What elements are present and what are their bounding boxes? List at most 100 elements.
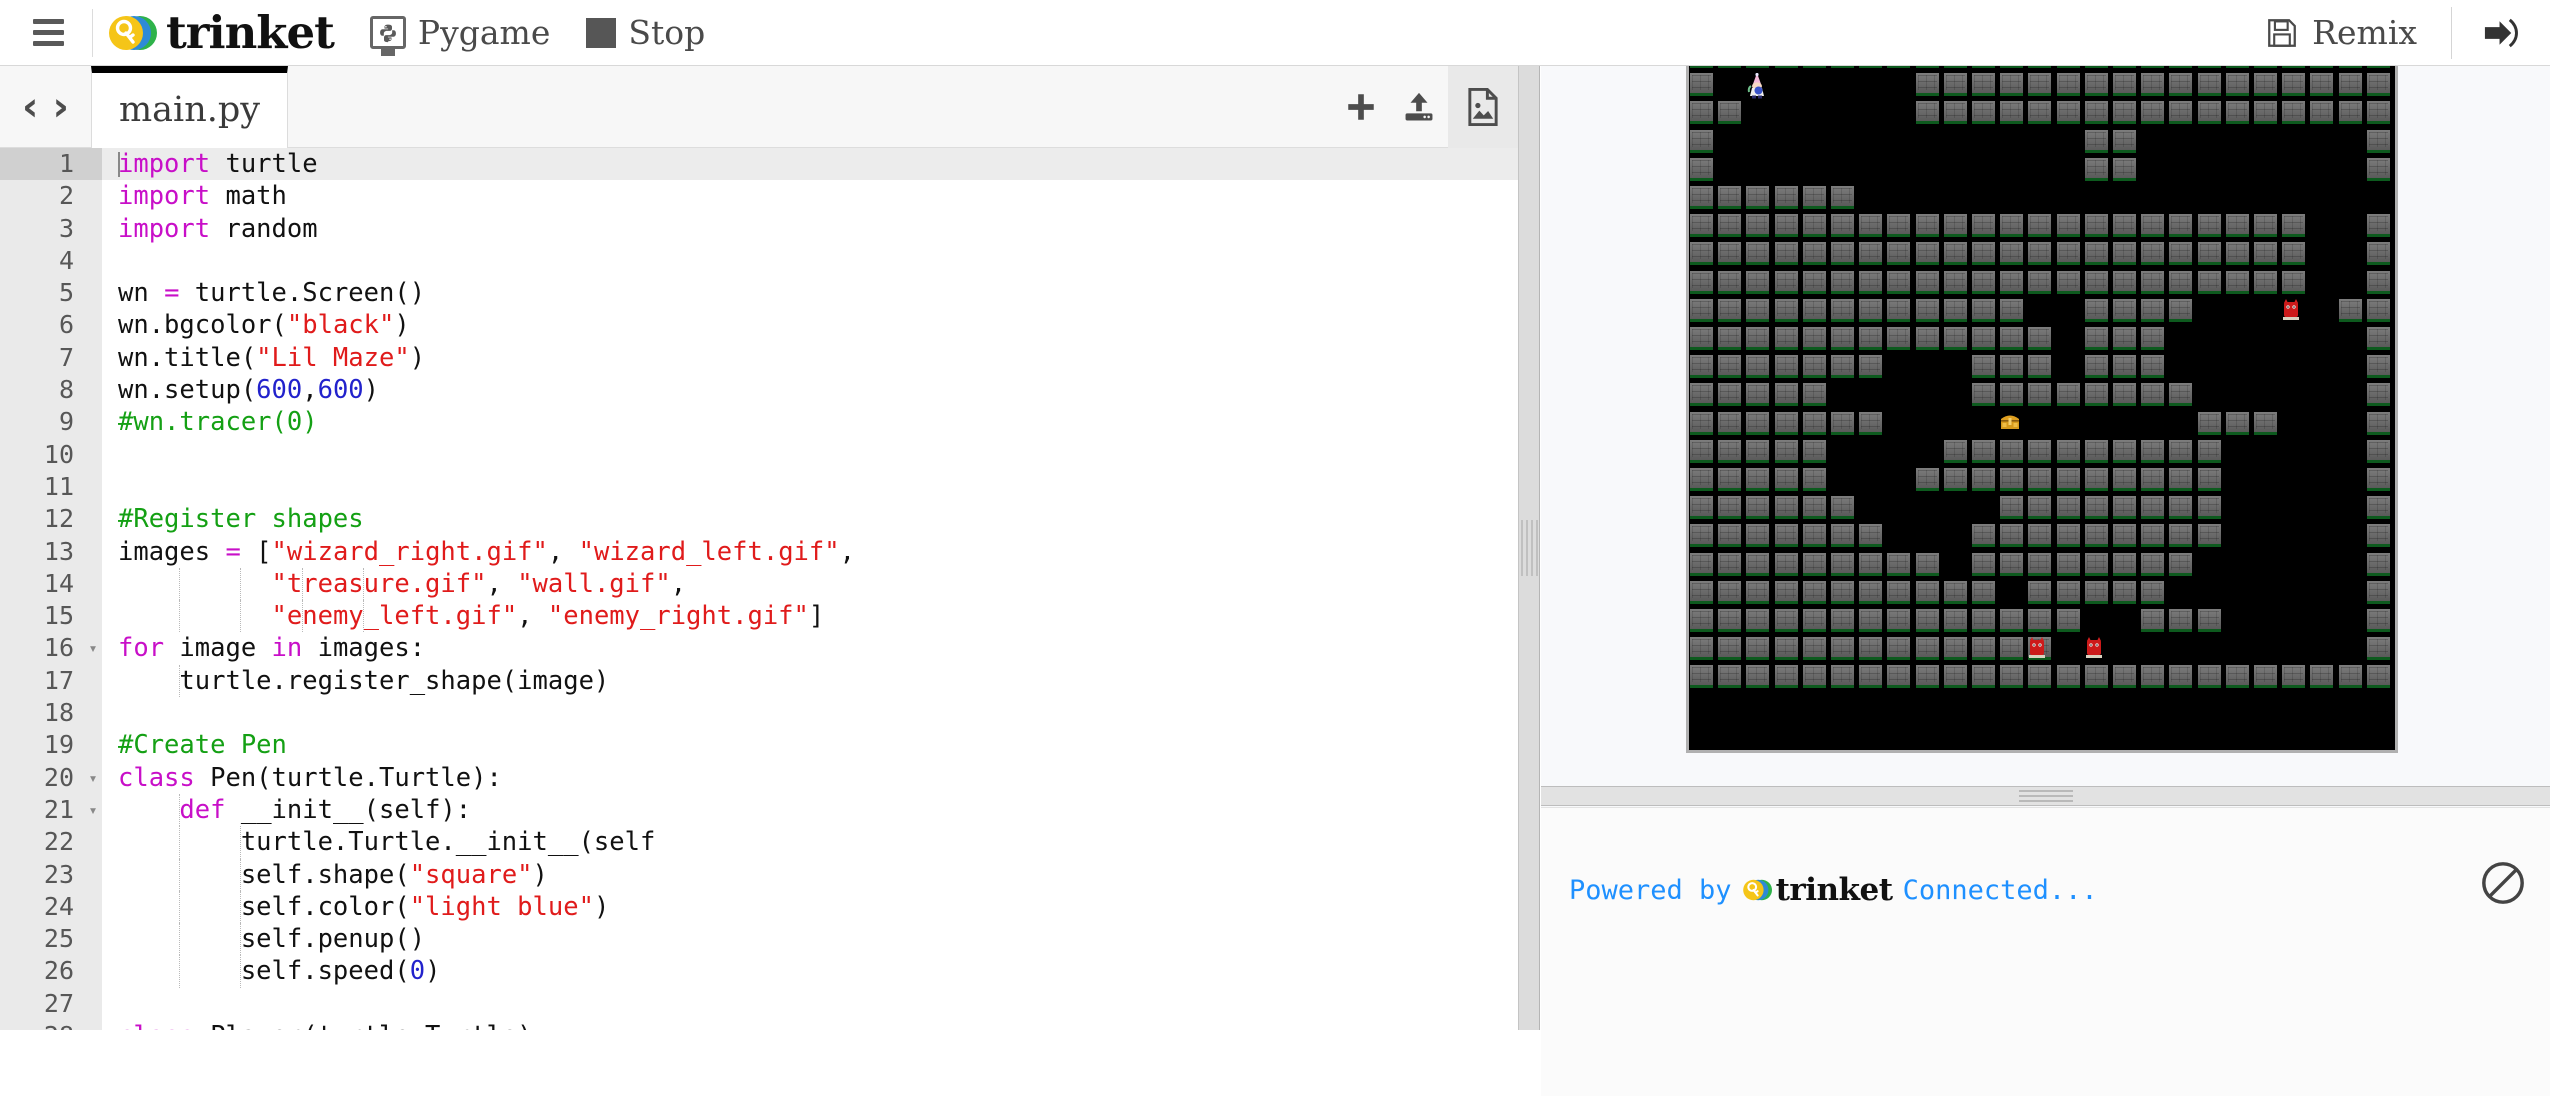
code-line[interactable]: 10 [0, 438, 1518, 471]
indent-guide [240, 923, 242, 956]
login-button[interactable] [2452, 16, 2550, 50]
indent-guide [179, 567, 181, 601]
horizontal-splitter[interactable] [1541, 786, 2550, 806]
code-line[interactable]: 3 import random [0, 212, 1518, 245]
tab-prev-button[interactable]: ‹ [22, 87, 38, 127]
code-line[interactable]: 22 turtle.Turtle.__init__(self [0, 826, 1518, 859]
code-line[interactable]: 23 self.shape("square") [0, 858, 1518, 891]
clear-console-button[interactable] [2480, 860, 2526, 906]
maze-wall-tile [2113, 214, 2136, 238]
maze-wall-tile [1802, 552, 1826, 576]
maze-wall-tile [2000, 609, 2024, 632]
hamburger-menu-icon[interactable] [18, 0, 78, 66]
code-line[interactable]: 4 [0, 244, 1518, 278]
tab-next-button[interactable]: › [52, 87, 68, 127]
maze-wall-tile [2084, 665, 2108, 689]
code-line[interactable]: 5 wn = turtle.Screen() [0, 277, 1518, 310]
code-fold-toggle-icon[interactable]: ▾ [84, 632, 102, 665]
code-line-text: #Create Pen [102, 729, 1518, 761]
code-line[interactable]: 20 ▾ class Pen(turtle.Turtle): [0, 761, 1518, 794]
maze-wall-tile [2000, 270, 2024, 294]
indent-guide [301, 567, 303, 601]
maze-wall-tile [2169, 298, 2193, 322]
code-line[interactable]: 18 [0, 697, 1518, 730]
code-line[interactable]: 16 ▾ for image in images: [0, 632, 1518, 665]
code-fold-toggle-icon[interactable]: ▾ [84, 793, 102, 827]
maze-wall-tile [2225, 214, 2249, 238]
maze-wall-tile [1690, 214, 1713, 238]
code-line-text [102, 988, 1518, 1020]
code-line[interactable]: 6 wn.bgcolor("black") [0, 309, 1518, 342]
fold-gutter-spacer [84, 341, 102, 375]
code-line-text: self.speed(0) [102, 955, 1518, 988]
maze-wall-tile [1746, 270, 1770, 294]
indent-guide [240, 955, 242, 988]
code-line[interactable]: 21 ▾ def __init__(self): [0, 793, 1518, 827]
maze-wall-tile [1943, 101, 1967, 125]
code-line[interactable]: 17 turtle.register_shape(image) [0, 664, 1518, 698]
code-line[interactable]: 24 self.color("light blue") [0, 890, 1518, 924]
vertical-splitter[interactable] [1518, 66, 1540, 1030]
code-line[interactable]: 2 import math [0, 180, 1518, 213]
code-line[interactable]: 19 #Create Pen [0, 729, 1518, 762]
maze-wall-tile [2028, 383, 2052, 407]
code-line[interactable]: 25 self.penup() [0, 923, 1518, 956]
maze-wall-tile [1690, 580, 1713, 604]
code-fold-toggle-icon[interactable]: ▾ [84, 1020, 102, 1030]
code-line[interactable]: 13 images = ["wizard_right.gif", "wizard_… [0, 535, 1518, 568]
maze-wall-tile [1746, 524, 1770, 548]
remix-button[interactable]: Remix [2231, 16, 2451, 50]
code-token: "light blue" [409, 891, 594, 922]
maze-wall-tile [2282, 73, 2306, 97]
indent-guide [240, 890, 242, 924]
maze-wall-tile [2141, 609, 2165, 632]
code-line[interactable]: 1 import turtle [0, 148, 1518, 181]
code-line[interactable]: 11 [0, 470, 1518, 504]
maze-wall-tile [2197, 439, 2221, 463]
code-token: class [118, 1020, 195, 1030]
maze-wall-tile [1887, 580, 1911, 604]
maze-wall-tile [1972, 468, 1995, 491]
code-line[interactable]: 27 [0, 987, 1518, 1021]
maze-wall-tile [2141, 355, 2165, 379]
trinket-brand-logo[interactable]: trinket [107, 8, 335, 58]
line-number: 3 [0, 212, 84, 245]
maze-wall-tile [2084, 129, 2108, 153]
maze-wall-tile [1802, 411, 1826, 435]
upload-file-button[interactable] [1390, 66, 1448, 148]
line-number: 1 [0, 148, 84, 181]
indent-guide [240, 858, 242, 891]
maze-wall-tile [2084, 355, 2108, 379]
maze-wall-tile [1915, 609, 1939, 632]
line-number: 5 [0, 277, 84, 310]
code-line-text: self.shape("square") [102, 858, 1518, 891]
image-file-button[interactable] [1448, 65, 1518, 148]
code-line[interactable]: 8 wn.setup(600, 600) [0, 374, 1518, 407]
code-line[interactable]: 15 "enemy_left.gif", "enemy_right.gif"] [0, 600, 1518, 633]
code-token: self.color( [118, 891, 410, 922]
code-line[interactable]: 26 self.speed(0) [0, 955, 1518, 988]
maze-wall-tile [1774, 270, 1798, 294]
stop-button[interactable]: Stop [586, 16, 705, 49]
code-editor[interactable]: 1 import turtle 2 import math 3 import random… [0, 148, 1518, 1030]
maze-wall-tile [1690, 186, 1713, 209]
code-line[interactable]: 12 #Register shapes [0, 503, 1518, 536]
code-token: "wall.gif" [517, 568, 671, 599]
code-line[interactable]: 28▾class Player(turtle.Turtle): [0, 1020, 1518, 1030]
code-token: wn.bgcolor( [118, 310, 287, 341]
code-token: 0 [409, 956, 426, 987]
code-line[interactable]: 7 wn.title("Lil Maze") [0, 341, 1518, 375]
code-line[interactable]: 9 #wn.tracer(0) [0, 406, 1518, 439]
line-number: 11 [0, 470, 84, 504]
maze-wall-tile [2366, 270, 2390, 294]
turtle-game-canvas[interactable] [1686, 66, 2398, 753]
maze-wall-tile [1690, 665, 1713, 689]
code-line[interactable]: 14 "treasure.gif", "wall.gif", [0, 567, 1518, 601]
code-fold-toggle-icon[interactable]: ▾ [84, 761, 102, 794]
maze-wall-tile [2169, 552, 2193, 576]
add-file-button[interactable] [1332, 66, 1390, 148]
file-tab-main-py[interactable]: main.py [90, 65, 289, 148]
code-token: import [118, 149, 211, 179]
maze-wall-tile [1774, 552, 1798, 576]
language-selector-pygame[interactable]: Pygame [369, 16, 550, 49]
